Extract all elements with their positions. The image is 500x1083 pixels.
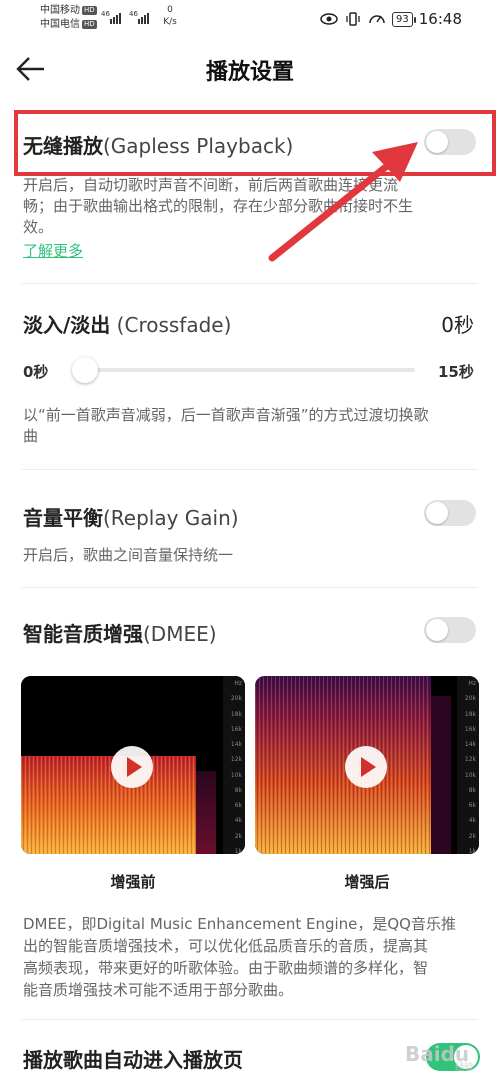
slider-max-label: 15秒 [438, 363, 474, 381]
auto-play-page-title: 播放歌曲自动进入播放页 [23, 1044, 243, 1073]
spectrogram-after-video[interactable]: Hz 20k 18k 16k 14k 12k 10k 8k 6k 4k 2k 1k [255, 676, 479, 854]
replay-gain-description: 开启后，歌曲之间音量保持统一 [23, 546, 234, 564]
spectrogram-before-video[interactable]: Hz 20k 18k 16k 14k 12k 10k 8k 6k 4k 2k 1k [21, 676, 245, 854]
divider [22, 1019, 478, 1020]
crossfade-desc-line2: 曲 [23, 427, 39, 445]
status-right: 93 16:48 [320, 9, 462, 29]
battery-icon: 93 [392, 11, 416, 27]
dmee-desc-line2: 出的智能音质增强技术，可以优化低品质音乐的音质，提高其 [23, 937, 429, 955]
axis-tick-label: 6k [234, 802, 242, 810]
dmee-desc-line3: 高频表现，带来更好的听歌体验。由于歌曲频谱的多样化，智 [23, 959, 429, 977]
axis-tick-label: 10k [464, 771, 476, 779]
speed-dial-icon [369, 15, 385, 24]
net-speed-unit: K/s [163, 17, 177, 27]
status-bar: 中国移动 HD 中国电信 HD 46 46 0 K/s 93 16:48 [0, 0, 500, 38]
auto-play-page-title-text: 播放歌曲自动进入播放页 [23, 1048, 243, 1072]
axis-tick-label: 1k [234, 848, 242, 854]
axis-tick-label: 20k [464, 695, 476, 703]
clock: 16:48 [418, 10, 462, 28]
before-caption: 增强前 [110, 873, 156, 891]
crossfade-slider-thumb[interactable] [72, 357, 98, 383]
dmee-toggle[interactable] [424, 617, 476, 643]
hd-badge-1: HD [82, 5, 97, 15]
eye-icon [320, 13, 338, 25]
replay-gain-title: 音量平衡(Replay Gain) [23, 502, 239, 531]
divider [22, 469, 478, 470]
toggle-knob [426, 502, 448, 524]
dmee-title-en: (DMEE) [143, 622, 217, 646]
slider-min-label: 0秒 [23, 363, 49, 381]
axis-tick-label: 1k [468, 848, 476, 854]
carrier-1: 中国移动 [40, 5, 80, 16]
dmee-title: 智能音质增强(DMEE) [23, 618, 217, 647]
frequency-axis: Hz 20k 18k 16k 14k 12k 10k 8k 6k 4k 2k 1k [457, 676, 479, 854]
carrier-2: 中国电信 [40, 19, 80, 30]
axis-tick-label: 8k [234, 786, 242, 794]
net-speed-value: 0 [167, 5, 173, 15]
page-title: 播放设置 [205, 60, 294, 85]
dmee-desc-line1: DMEE，即Digital Music Enhancement Engine，是… [23, 915, 456, 933]
crossfade-value: 0秒 [441, 313, 474, 337]
dmee-title-cn: 智能音质增强 [23, 622, 143, 646]
learn-more-link[interactable]: 了解更多 [23, 240, 83, 261]
dmee-desc-line4: 能音质增强技术可能不适用于部分歌曲。 [23, 981, 294, 999]
axis-tick-label: 20k [230, 695, 242, 703]
replay-gain-toggle[interactable] [424, 500, 476, 526]
replay-gain-title-en: (Replay Gain) [103, 506, 239, 530]
axis-tick-label: 16k [464, 725, 476, 733]
hd-badge-2: HD [82, 19, 97, 29]
axis-tick-label: 10k [230, 771, 242, 779]
after-caption: 增强后 [344, 873, 390, 891]
axis-tick-label: 12k [464, 756, 476, 764]
axis-tick-label: 16k [230, 725, 242, 733]
replay-gain-title-cn: 音量平衡 [23, 506, 103, 530]
divider [22, 283, 478, 284]
signal-icon: 46 46 [101, 10, 149, 24]
axis-tick-label: 4k [468, 817, 476, 825]
net-type-1: 46 [101, 10, 110, 18]
play-button-icon[interactable] [111, 746, 153, 788]
crossfade-title-en: (Crossfade) [116, 313, 232, 337]
crossfade-desc-line1: 以“前一首歌声音减弱，后一首歌声音渐强”的方式过渡切换歌 [23, 406, 429, 424]
crossfade-title: 淡入/淡出 (Crossfade) [23, 309, 231, 338]
axis-tick-label: 4k [234, 817, 242, 825]
crossfade-description: 以“前一首歌声音减弱，后一首歌声音渐强”的方式过渡切换歌 曲 [23, 405, 483, 447]
frequency-axis: Hz 20k 18k 16k 14k 12k 10k 8k 6k 4k 2k 1k [223, 676, 245, 854]
axis-tick-label: 18k [230, 710, 242, 718]
crossfade-title-cn: 淡入/淡出 [23, 313, 111, 337]
annotation-arrow-icon [268, 142, 418, 262]
axis-tick-label: 14k [230, 741, 242, 749]
divider [22, 587, 478, 588]
watermark-sub: 经验 [455, 1063, 474, 1073]
top-bar: 播放设置 [0, 38, 500, 100]
net-type-2: 46 [129, 10, 138, 18]
axis-tick-label: Hz [234, 680, 242, 687]
axis-tick-label: 2k [234, 832, 242, 840]
axis-tick-label: Hz [468, 680, 476, 687]
carrier-info: 中国移动 HD 中国电信 HD [40, 4, 97, 32]
vibrate-icon [346, 12, 360, 26]
axis-tick-label: 8k [468, 786, 476, 794]
axis-tick-label: 12k [230, 756, 242, 764]
axis-tick-label: 2k [468, 832, 476, 840]
play-button-icon[interactable] [345, 746, 387, 788]
axis-tick-label: 6k [468, 802, 476, 810]
net-speed: 0 K/s [160, 4, 180, 28]
baidu-watermark-logo: Baidu 经验 [383, 1028, 498, 1080]
axis-tick-label: 18k [464, 710, 476, 718]
toggle-knob [426, 619, 448, 641]
crossfade-slider-track[interactable] [72, 368, 415, 372]
dmee-description: DMEE，即Digital Music Enhancement Engine，是… [23, 913, 485, 1001]
axis-tick-label: 14k [464, 741, 476, 749]
